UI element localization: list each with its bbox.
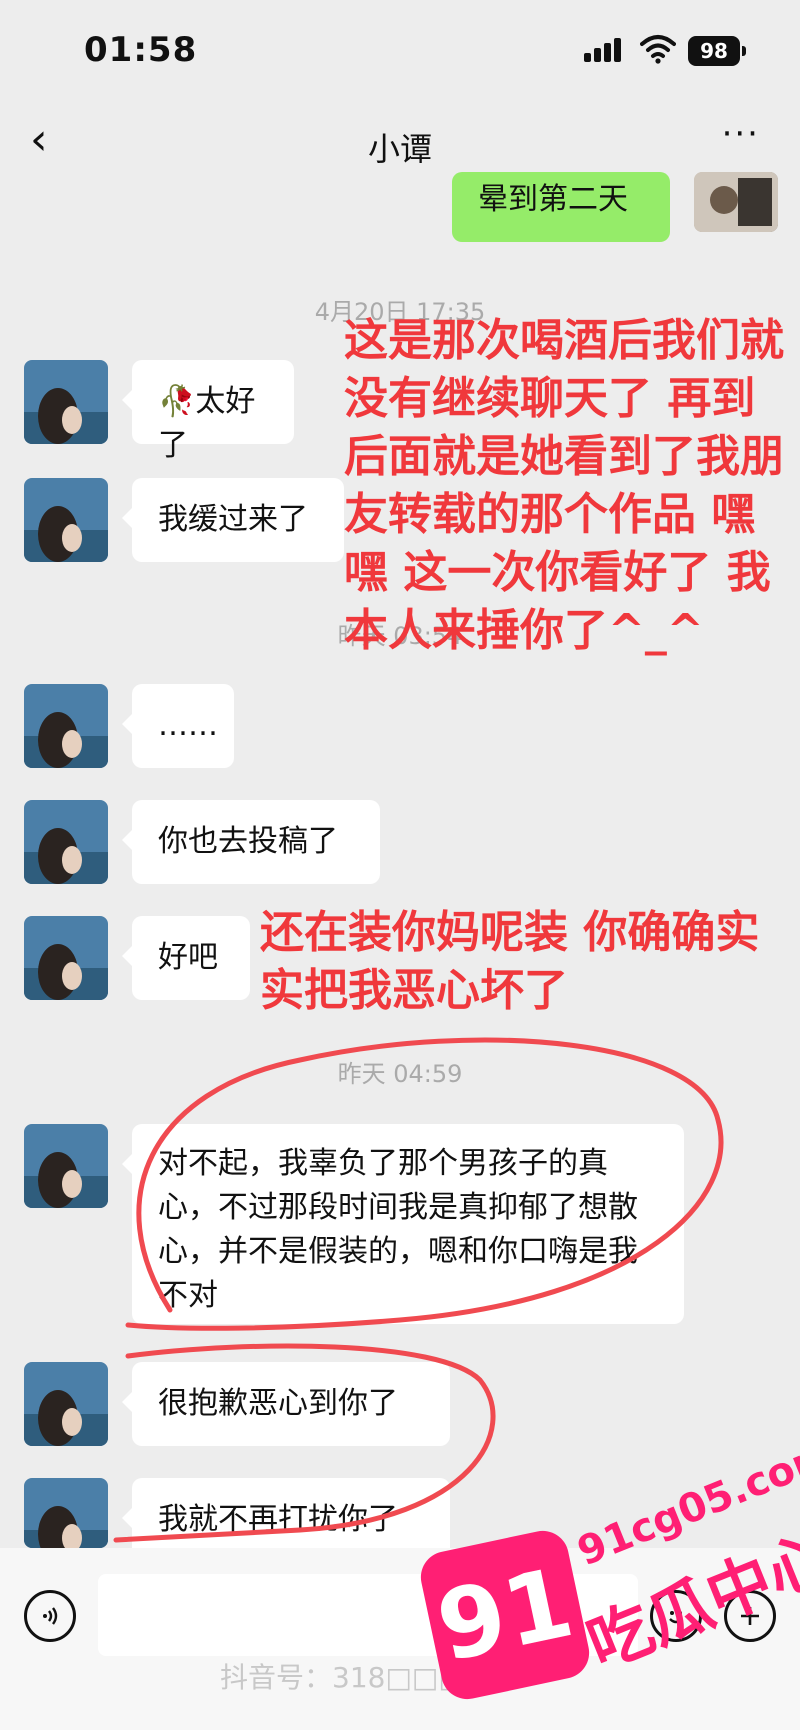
annotation-circle xyxy=(125,1037,724,1331)
voice-button[interactable] xyxy=(24,1590,76,1642)
voice-icon xyxy=(43,1607,58,1625)
site-watermark: 91 91cg05.com 吃瓜中心 xyxy=(416,1431,800,1730)
watermark-logo: 91 xyxy=(416,1526,594,1704)
